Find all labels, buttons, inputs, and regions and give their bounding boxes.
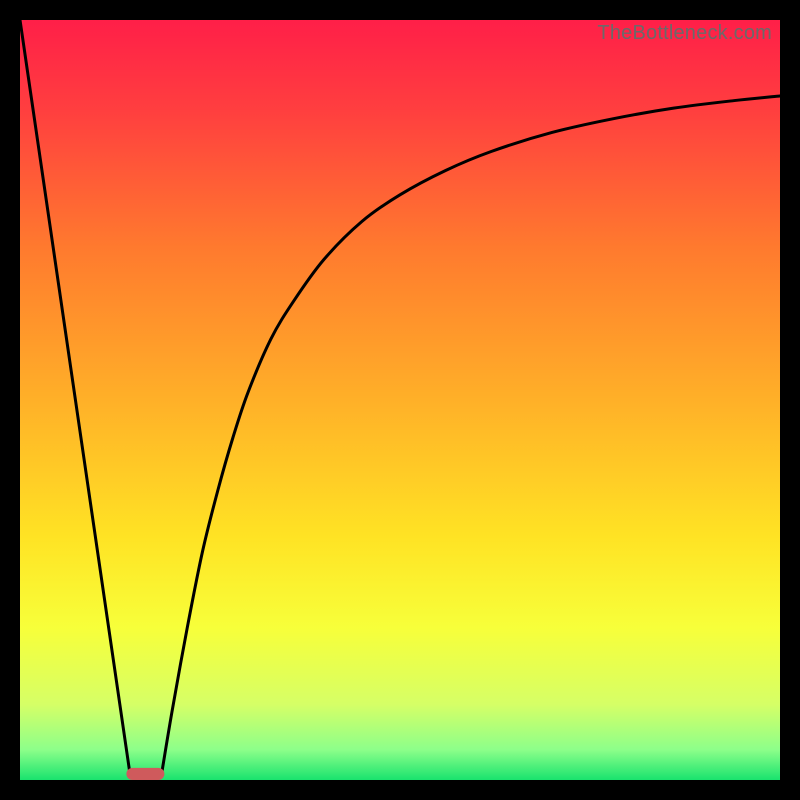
chart-frame: TheBottleneck.com xyxy=(20,20,780,780)
watermark-text: TheBottleneck.com xyxy=(597,22,772,45)
marker-rect xyxy=(126,768,164,780)
bottleneck-marker xyxy=(126,768,164,780)
gradient-background xyxy=(20,20,780,780)
bottleneck-chart xyxy=(20,20,780,780)
